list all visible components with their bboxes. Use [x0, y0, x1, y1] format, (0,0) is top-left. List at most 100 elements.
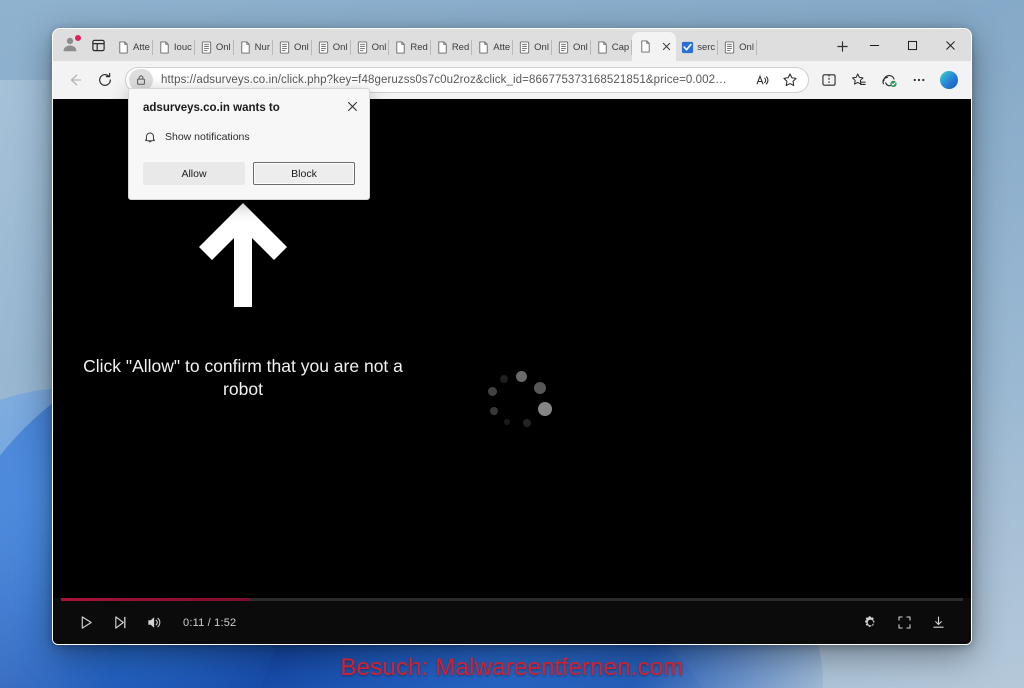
page-favicon-icon	[438, 40, 447, 54]
document-favicon-icon	[279, 40, 290, 54]
window-controls	[855, 29, 969, 61]
tab-title: Nur	[254, 41, 270, 53]
desktop-background: Atte Iouc Onl Nur Onl Onl Onl Red Red Atte Onl Onl C…	[0, 0, 1024, 688]
volume-icon	[147, 617, 160, 628]
tab-title: Cap	[611, 41, 630, 53]
tab-item[interactable]: Atte	[472, 33, 514, 61]
tab-actions-button[interactable]	[87, 34, 109, 56]
next-button[interactable]	[103, 606, 137, 640]
tab-title: Onl	[215, 41, 231, 53]
watermark-text: Besuch: Malwareentfernen.com	[340, 654, 684, 681]
split-screen-icon	[822, 74, 836, 86]
tab-active[interactable]	[632, 32, 677, 61]
tab-item[interactable]: Onl	[273, 33, 312, 61]
page-favicon-icon	[119, 40, 128, 54]
tab-item[interactable]: Onl	[552, 33, 591, 61]
tab-item[interactable]: Atte	[112, 33, 153, 61]
minimize-button[interactable]	[855, 29, 893, 61]
volume-button[interactable]	[137, 606, 171, 640]
tab-title: Onl	[534, 41, 549, 53]
profile-avatar[interactable]	[61, 34, 82, 55]
refresh-icon	[99, 72, 111, 86]
dialog-close-button[interactable]	[343, 97, 361, 115]
maximize-button[interactable]	[893, 29, 931, 61]
tab-title: Atte	[133, 41, 150, 53]
tab-title: serc	[697, 41, 716, 53]
copilot-button[interactable]	[935, 66, 963, 94]
favorite-button[interactable]	[776, 68, 804, 92]
tab-actions-icon	[91, 39, 105, 51]
read-aloud-icon	[756, 74, 768, 84]
more-options-button[interactable]	[905, 66, 933, 94]
tab-item[interactable]: Red	[431, 33, 473, 61]
close-window-button[interactable]	[931, 29, 969, 61]
omnibox-actions	[748, 68, 804, 92]
tab-item[interactable]: Cap	[591, 33, 633, 61]
lock-icon	[137, 75, 145, 85]
play-button[interactable]	[69, 606, 103, 640]
play-icon	[81, 616, 92, 629]
fullscreen-icon	[897, 616, 911, 629]
allow-button[interactable]: Allow	[143, 162, 245, 185]
page-favicon-icon	[396, 40, 406, 54]
blue-check-favicon-icon	[682, 41, 694, 53]
tab-close-button[interactable]	[660, 40, 673, 53]
tab-strip: Atte Iouc Onl Nur Onl Onl Onl Red Red Atte Onl Onl C…	[53, 29, 971, 61]
plus-icon	[836, 40, 848, 52]
tab-item[interactable]: Onl	[195, 33, 234, 61]
fullscreen-button[interactable]	[887, 606, 921, 640]
close-icon	[347, 101, 357, 111]
document-favicon-icon	[520, 40, 530, 54]
browser-essentials-button[interactable]	[875, 66, 903, 94]
up-arrow-icon	[199, 203, 287, 307]
next-track-icon	[114, 616, 125, 629]
video-player-controls: 0:11 / 1:52	[53, 598, 971, 644]
tab-title: Onl	[293, 41, 309, 53]
close-icon	[945, 40, 955, 50]
tab-strip-left-controls	[55, 29, 112, 61]
settings-button[interactable]	[853, 606, 887, 640]
page-favicon-icon	[240, 40, 250, 54]
tab-item[interactable]: Iouc	[153, 33, 195, 61]
url-text[interactable]: https://adsurveys.co.in/click.php?key=f4…	[161, 74, 748, 86]
tab-item[interactable]: Onl	[513, 33, 552, 61]
dialog-button-row: Allow Block	[143, 162, 355, 185]
permission-label: Show notifications	[165, 131, 250, 143]
tab-item[interactable]: Onl	[718, 33, 757, 61]
video-controls-row: 0:11 / 1:52	[53, 601, 971, 644]
back-button[interactable]	[61, 66, 89, 94]
notification-permission-dialog: adsurveys.co.in wants to Show notificati…	[128, 88, 370, 200]
block-button[interactable]: Block	[253, 162, 355, 185]
document-favicon-icon	[357, 40, 367, 54]
download-icon	[932, 616, 944, 628]
robot-prompt-text: Click "Allow" to confirm that you are no…	[83, 356, 403, 399]
gear-icon	[864, 616, 874, 627]
copilot-icon	[940, 71, 958, 89]
document-favicon-icon	[724, 40, 735, 54]
collections-button[interactable]	[845, 66, 873, 94]
loading-spinner-icon	[486, 371, 554, 439]
more-options-icon	[913, 78, 925, 82]
document-favicon-icon	[201, 40, 212, 54]
new-tab-button[interactable]	[829, 33, 855, 59]
split-screen-button[interactable]	[815, 66, 843, 94]
tab-list: Atte Iouc Onl Nur Onl Onl Onl Red Red Atte Onl Onl C…	[112, 29, 829, 61]
maximize-icon	[907, 40, 917, 50]
back-arrow-icon	[70, 74, 81, 86]
refresh-button[interactable]	[91, 66, 119, 94]
browser-essentials-icon	[881, 74, 897, 87]
tab-title: Onl	[332, 41, 348, 53]
minimize-icon	[869, 44, 879, 46]
tab-item[interactable]: Onl	[312, 33, 351, 61]
tab-item[interactable]: Onl	[351, 33, 390, 61]
read-aloud-button[interactable]	[748, 68, 776, 92]
tab-title: Onl	[739, 41, 754, 53]
download-button[interactable]	[921, 606, 955, 640]
tab-title: Iouc	[173, 41, 192, 53]
profile-notification-dot	[74, 34, 82, 42]
robot-verification-prompt: Click "Allow" to confirm that you are no…	[78, 199, 408, 401]
tab-item[interactable]: Red	[389, 33, 432, 61]
tab-item[interactable]: Nur	[234, 33, 274, 61]
close-icon	[662, 42, 671, 51]
tab-item[interactable]: serc	[676, 33, 719, 61]
